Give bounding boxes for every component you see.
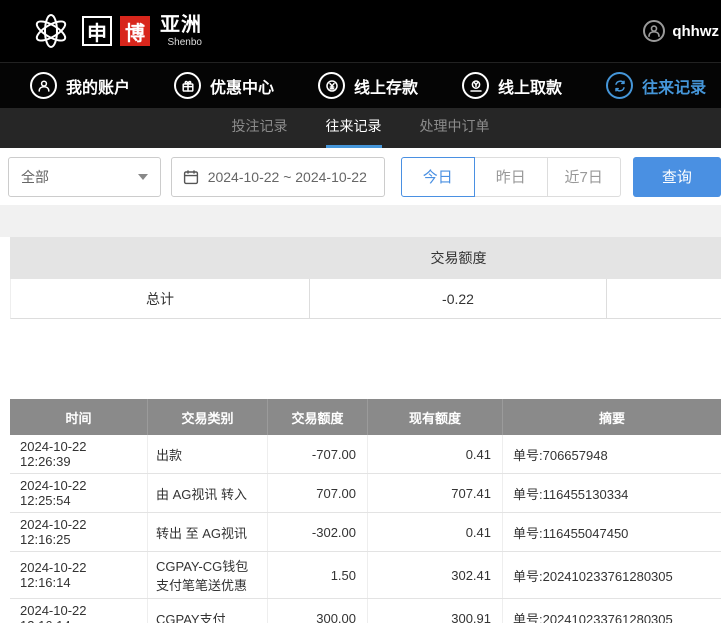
date-range-value: 2024-10-22 ~ 2024-10-22	[207, 168, 367, 185]
records-table-header: 时间 交易类别 交易额度 现有额度 摘要	[10, 399, 721, 435]
col-header-time: 时间	[10, 399, 148, 435]
nav-label: 往来记录	[642, 79, 707, 97]
yesterday-button[interactable]: 昨日	[473, 156, 548, 197]
type-select-value: 全部	[21, 168, 49, 185]
top-header: 申 博 亚洲 Shenbo qhhwz	[0, 0, 721, 62]
type-select[interactable]: 全部	[8, 156, 161, 197]
col-header-summary: 摘要	[598, 410, 625, 426]
record-tabs: 投注记录 往来记录 处理中订单	[0, 108, 721, 148]
brand-char-bo: 博	[120, 16, 150, 46]
cell-balance: 0.41	[368, 513, 503, 551]
brand-char-shen: 申	[82, 16, 112, 46]
nav-transaction-records[interactable]: 往来记录	[606, 72, 706, 99]
main-navigation: 我的账户 优惠中心 线上存款 线上取款 往来记录 信息	[0, 62, 721, 108]
date-range-picker[interactable]: 2024-10-22 ~ 2024-10-22	[170, 156, 385, 197]
filter-bar: 全部 2024-10-22 ~ 2024-10-22 今日 昨日 近7日 查询	[0, 148, 721, 205]
gift-icon	[174, 72, 202, 99]
brand-subtitle: Shenbo	[167, 36, 202, 48]
withdraw-coin-icon	[462, 72, 490, 99]
nav-label: 线上取款	[498, 79, 563, 97]
today-button[interactable]: 今日	[400, 156, 475, 197]
cell-amount: 300.00	[268, 599, 368, 623]
cell-time: 2024-10-22 12:16:25	[10, 513, 148, 551]
cell-amount: 707.00	[268, 474, 368, 512]
cell-time: 2024-10-22 12:25:54	[10, 474, 148, 512]
cell-type: CGPAY支付	[148, 599, 268, 623]
tab-transaction-records[interactable]: 往来记录	[325, 108, 382, 148]
table-row: 2024-10-22 12:16:14 CGPAY支付 300.00 300.9…	[10, 599, 721, 623]
table-row: 2024-10-22 12:16:14 CGPAY-CG钱包支付笔笔送优惠 1.…	[10, 552, 721, 599]
summary-total-row: 总计 -0.22	[10, 279, 721, 319]
cell-amount: 1.50	[268, 552, 368, 598]
cell-type: CGPAY-CG钱包支付笔笔送优惠	[148, 552, 268, 598]
deposit-coin-icon	[318, 72, 346, 99]
nav-promotions[interactable]: 优惠中心	[174, 72, 274, 99]
last7days-button[interactable]: 近7日	[546, 156, 621, 197]
nav-label: 我的账户	[66, 79, 131, 97]
table-row: 2024-10-22 12:25:54 由 AG视讯 转入 707.00 707…	[10, 474, 721, 513]
cell-summary: 单号:202410233761280305	[513, 611, 673, 623]
username: qhhwz	[672, 22, 719, 40]
cell-balance: 0.41	[368, 435, 503, 473]
cell-balance: 302.41	[368, 552, 503, 598]
cell-summary: 单号:202410233761280305	[513, 568, 673, 584]
summary-total-label: 总计	[10, 279, 310, 319]
tab-processing-orders[interactable]: 处理中订单	[420, 108, 490, 148]
nav-online-withdrawal[interactable]: 线上取款	[462, 72, 562, 99]
col-header-type: 交易类别	[148, 399, 268, 435]
records-table: 时间 交易类别 交易额度 现有额度 摘要 2024-10-22 12:26:39…	[10, 399, 721, 623]
query-button[interactable]: 查询	[632, 156, 721, 197]
quick-range-group: 今日 昨日 近7日	[400, 156, 621, 197]
cell-type: 出款	[148, 435, 268, 473]
cell-amount: -302.00	[268, 513, 368, 551]
user-account[interactable]: qhhwz	[643, 20, 721, 42]
lotus-flower-icon	[35, 14, 67, 48]
cell-summary: 单号:116455047450	[513, 525, 629, 541]
summary-table: 交易额度 总计 -0.22	[10, 237, 721, 319]
person-icon	[30, 72, 57, 99]
table-row: 2024-10-22 12:16:25 转出 至 AG视讯 -302.00 0.…	[10, 513, 721, 552]
brand-logo[interactable]: 申 博 亚洲 Shenbo	[28, 8, 202, 54]
cell-balance: 707.41	[368, 474, 503, 512]
cell-summary: 单号:706657948	[513, 447, 608, 463]
cell-time: 2024-10-22 12:16:14	[10, 552, 148, 598]
tab-betting-records[interactable]: 投注记录	[232, 108, 288, 148]
cell-amount: -707.00	[268, 435, 368, 473]
user-avatar-icon	[643, 20, 666, 42]
nav-online-deposit[interactable]: 线上存款	[318, 72, 418, 99]
nav-label: 线上存款	[354, 79, 419, 97]
calendar-icon	[183, 169, 198, 184]
summary-header-amount: 交易额度	[430, 250, 487, 266]
cell-type: 转出 至 AG视讯	[148, 513, 268, 551]
col-header-balance: 现有额度	[368, 399, 503, 435]
chevron-down-icon	[137, 173, 148, 180]
table-row: 2024-10-22 12:26:39 出款 -707.00 0.41 单号:7…	[10, 435, 721, 474]
cell-time: 2024-10-22 12:26:39	[10, 435, 148, 473]
cell-summary: 单号:116455130334	[513, 486, 629, 502]
summary-total-value: -0.22	[310, 279, 607, 319]
summary-table-header: 交易额度	[10, 237, 721, 279]
brand-region: 亚洲	[160, 13, 202, 36]
nav-my-account[interactable]: 我的账户	[30, 72, 130, 99]
cell-time: 2024-10-22 12:16:14	[10, 599, 148, 623]
nav-label: 优惠中心	[210, 79, 275, 97]
transfer-arrows-icon	[606, 72, 634, 99]
cell-type: 由 AG视讯 转入	[148, 474, 268, 512]
cell-balance: 300.91	[368, 599, 503, 623]
col-header-amount: 交易额度	[268, 399, 368, 435]
section-divider	[0, 205, 721, 237]
summary-empty-cell	[607, 279, 721, 319]
